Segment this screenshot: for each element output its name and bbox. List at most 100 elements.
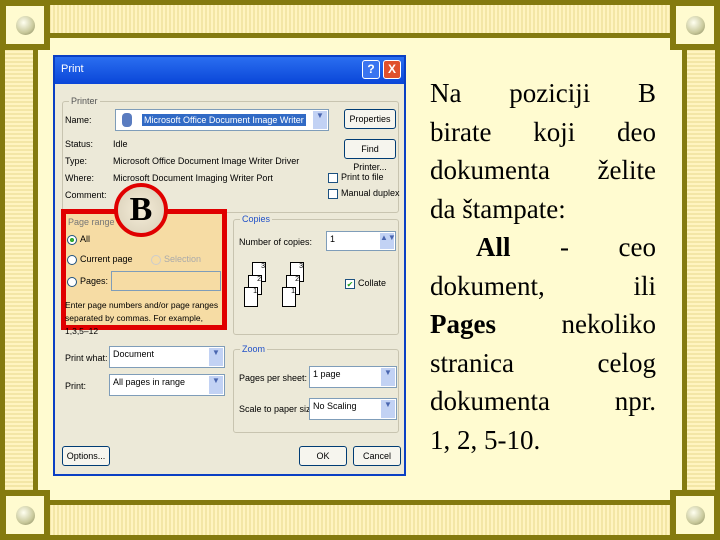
checkbox-label: Manual duplex: [341, 188, 400, 198]
word: -: [560, 232, 570, 262]
radio-selection[interactable]: Selection: [151, 254, 201, 265]
select-value: All pages in range: [113, 377, 186, 387]
manual-duplex-checkbox[interactable]: Manual duplex: [328, 188, 400, 199]
word: poziciji: [509, 78, 591, 108]
text-line: dokumenta želite: [430, 151, 656, 190]
ball-icon: [686, 506, 705, 525]
right-frame-bar: [682, 44, 720, 496]
radio-dot: [67, 276, 77, 287]
pages-per-sheet-label: Pages per sheet:: [239, 373, 308, 383]
cancel-button[interactable]: Cancel: [353, 446, 401, 466]
status-label: Status:: [65, 139, 94, 149]
scale-select[interactable]: No Scaling ▼: [309, 398, 397, 420]
ok-button[interactable]: OK: [299, 446, 347, 466]
page-range-label: Page range: [68, 217, 115, 227]
corner-ornament: [670, 490, 720, 540]
chevron-down-icon: ▼: [209, 376, 223, 394]
spinner-icon: ▲▼: [380, 233, 396, 249]
title-bar: Print ? X: [55, 57, 404, 84]
word: 1, 2, 5-10.: [430, 424, 541, 455]
checkbox-label: Print to file: [341, 172, 384, 182]
chevron-down-icon: ▼: [381, 400, 395, 418]
copies-spinner[interactable]: 1 ▲▼: [326, 231, 396, 251]
printer-icon: [122, 113, 132, 127]
type-label: Type:: [65, 156, 88, 166]
word: Na: [430, 78, 462, 108]
help-button[interactable]: ?: [362, 60, 380, 79]
ball-icon: [16, 506, 35, 525]
print-what-select[interactable]: Document ▼: [109, 346, 225, 368]
marker-letter: B: [129, 191, 153, 228]
checkbox-box: [328, 172, 338, 183]
radio-dot: [67, 254, 77, 265]
text-line: 1, 2, 5-10.: [430, 421, 656, 460]
word: ceo: [618, 232, 656, 262]
name-label: Name:: [65, 115, 92, 125]
radio-pages[interactable]: Pages:: [67, 276, 108, 287]
text-line: Na poziciji B: [430, 74, 656, 113]
bottom-frame-bar: [44, 500, 676, 540]
chevron-down-icon: ▼: [381, 368, 395, 386]
collate-page-icon: 1: [244, 287, 258, 307]
radio-all[interactable]: All: [67, 234, 90, 245]
ball-icon: [16, 16, 35, 35]
word: dokumenta: [430, 386, 550, 416]
text-line: Pages nekoliko: [430, 305, 656, 344]
properties-button[interactable]: Properties: [344, 109, 396, 129]
radio-label: Pages:: [80, 276, 109, 286]
radio-label: Current page: [80, 254, 133, 264]
radio-dot: [67, 234, 77, 245]
word: stranica: [430, 347, 514, 378]
close-button[interactable]: X: [383, 60, 401, 79]
page-range-hint: Enter page numbers and/or page ranges se…: [65, 300, 219, 336]
chevron-down-icon: ▼: [313, 111, 327, 129]
collate-checkbox[interactable]: ✔ Collate: [345, 278, 386, 289]
group-label: Zoom: [240, 344, 268, 354]
print-select[interactable]: All pages in range ▼: [109, 374, 225, 396]
text-line: stranica celog: [430, 344, 656, 383]
pages-per-sheet-select[interactable]: 1 page ▼: [309, 366, 397, 388]
copies-label: Number of copies:: [239, 237, 313, 247]
word: dokumenta: [430, 155, 550, 185]
radio-label: All: [80, 234, 91, 244]
corner-ornament: [670, 0, 720, 50]
text-line: da štampate:: [430, 190, 656, 229]
select-value: Document: [113, 349, 155, 359]
type-value: Microsoft Office Document Image Writer D…: [113, 156, 300, 166]
print-label: Print:: [65, 381, 87, 391]
radio-current-page[interactable]: Current page: [67, 254, 133, 265]
print-dialog: Print ? X Printer Name: Microsoft Office…: [53, 55, 406, 476]
word: dokument,: [430, 270, 545, 301]
find-printer-button[interactable]: Find Printer...: [344, 139, 396, 172]
word: All: [476, 232, 511, 262]
pages-input[interactable]: [111, 271, 221, 291]
collate-page-icon: 1: [282, 287, 296, 307]
word: Pages: [430, 309, 496, 339]
where-value: Microsoft Document Imaging Writer Port: [113, 173, 273, 183]
word: nekoliko: [561, 309, 657, 339]
text-line: dokument, ili: [430, 267, 656, 306]
word: deo: [617, 116, 656, 147]
word: birate: [430, 116, 492, 147]
printer-name-select[interactable]: Microsoft Office Document Image Writer ▼: [115, 109, 329, 131]
status-value: Idle: [113, 139, 128, 149]
text-line: birate koji deo: [430, 113, 656, 152]
left-frame-bar: [0, 44, 38, 496]
word: koji: [533, 116, 576, 147]
checkbox-box: [328, 188, 338, 199]
word: celog: [597, 347, 656, 378]
printer-name-value: Microsoft Office Document Image Writer: [142, 114, 306, 126]
top-frame-bar: [44, 0, 676, 38]
text-line: All - ceo: [430, 228, 656, 267]
where-label: Where:: [65, 173, 95, 183]
print-what-label: Print what:: [65, 353, 108, 363]
copies-value: 1: [330, 234, 336, 244]
check-icon: ✔: [345, 278, 355, 289]
options-button[interactable]: Options...: [62, 446, 110, 466]
slide-text: Na poziciji B birate koji deo dokumenta želit…: [430, 74, 656, 459]
radio-label: Selection: [164, 254, 202, 264]
text-line: dokumenta npr.: [430, 382, 656, 421]
marker-b: B: [114, 183, 168, 237]
word: ili: [633, 270, 656, 301]
print-to-file-checkbox[interactable]: Print to file: [328, 172, 384, 183]
